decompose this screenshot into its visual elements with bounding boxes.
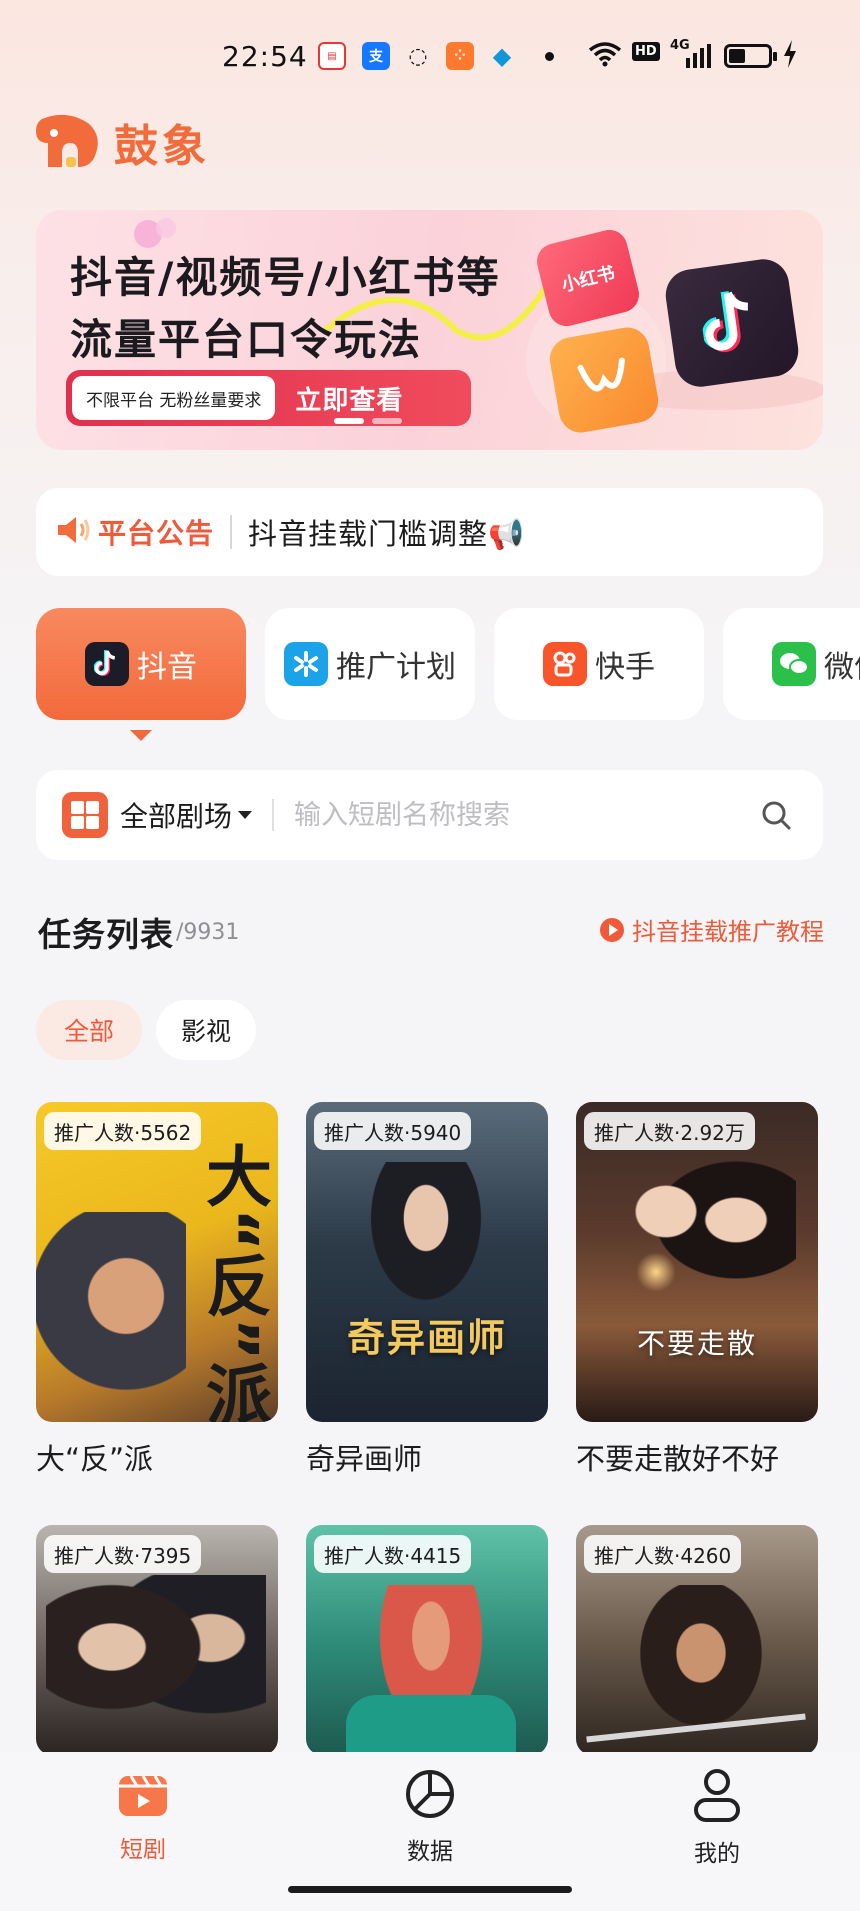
nav-short-drama[interactable]: 短剧 — [73, 1768, 213, 1864]
nav-short-drama-label: 短剧 — [120, 1837, 166, 1863]
banner-cta[interactable]: 不限平台 无粉丝量要求 立即查看 — [66, 370, 471, 426]
drama-card[interactable]: 推广人数·7395 — [36, 1525, 278, 1755]
promo-plan-icon — [284, 642, 328, 686]
wifi-icon — [588, 40, 622, 73]
search-icon[interactable] — [761, 800, 791, 834]
drama-title: 不要走散好不好 — [576, 1442, 780, 1476]
filter-all[interactable]: 全部 — [36, 1000, 142, 1060]
banner-headline: 抖音/视频号/小红书等 — [70, 253, 501, 302]
data-chart-icon — [404, 1770, 456, 1824]
drama-card[interactable]: 奇异画师 推广人数·5940 奇异画师 — [306, 1102, 548, 1478]
tab-kuaishou[interactable]: 快手 — [494, 608, 704, 720]
theater-select[interactable]: 全部剧场 — [120, 795, 232, 835]
drama-poster[interactable]: 奇异画师 推广人数·5940 — [306, 1102, 548, 1422]
hd-icon: HD — [632, 42, 660, 61]
speaker-icon — [56, 515, 90, 549]
notification-dot — [545, 52, 554, 61]
notice-text: 抖音挂载门槛调整📢 — [248, 517, 526, 551]
signal-icon — [686, 44, 712, 73]
alipay-icon: 支 — [362, 42, 390, 70]
search-divider — [272, 799, 275, 831]
home-indicator[interactable] — [288, 1886, 572, 1893]
nav-data-label: 数据 — [407, 1839, 453, 1865]
tab-promo-plan[interactable]: 推广计划 — [265, 608, 475, 720]
active-tab-indicator — [130, 730, 152, 741]
drama-card[interactable]: 不要走散 推广人数·2.92万 不要走散好不好 — [576, 1102, 818, 1478]
poster-title-art: 大“反”派 — [195, 1142, 272, 1422]
short-drama-icon — [117, 1775, 169, 1822]
status-time: 22:54 — [222, 40, 308, 73]
poster-title-art: 不要走散 — [636, 1327, 757, 1360]
theater-grid-icon — [62, 792, 108, 838]
red-app-icon: ▤ — [318, 42, 346, 70]
kuaishou-icon — [543, 642, 587, 686]
platform-notice[interactable]: 平台公告 抖音挂载门槛调整📢 — [36, 488, 823, 576]
notice-title: 平台公告 — [98, 517, 215, 550]
poster-title-art: 奇异画师 — [346, 1316, 507, 1360]
search-input[interactable] — [294, 799, 735, 831]
kuaishou-icon: ⁘ — [446, 42, 474, 70]
poster-figure — [356, 1162, 496, 1322]
tab-wechat-label: 微信 — [824, 650, 860, 685]
platform-tabs: 抖音 推广计划 快手 微信 — [36, 608, 860, 720]
drama-title: 大“反”派 — [36, 1442, 154, 1476]
poster-figure — [36, 1212, 186, 1422]
drama-card[interactable]: 推广人数·4260 — [576, 1525, 818, 1755]
qq-icon: ◆ — [492, 42, 512, 70]
banner-tag: 不限平台 无粉丝量要求 — [72, 376, 276, 420]
banner-pagination — [334, 418, 402, 424]
promoter-count-badge: 推广人数·2.92万 — [584, 1112, 755, 1150]
charging-icon — [782, 40, 798, 73]
promoter-count-badge: 推广人数·5562 — [44, 1112, 202, 1150]
poster-figure — [46, 1575, 266, 1755]
douyin-icon — [85, 642, 129, 686]
filter-film[interactable]: 影视 — [156, 1000, 256, 1060]
elephant-logo-icon — [32, 113, 102, 171]
poster-scooter — [346, 1695, 516, 1755]
drama-poster[interactable]: 推广人数·4415 — [306, 1525, 548, 1755]
nav-data[interactable]: 数据 — [360, 1768, 500, 1866]
tab-promo-plan-label: 推广计划 — [336, 650, 456, 685]
wechat-icon — [772, 642, 816, 686]
xiaohongshu-label: 小红书 — [559, 262, 618, 297]
poster-sparkler — [636, 1252, 676, 1292]
drama-poster[interactable]: 推广人数·7395 — [36, 1525, 278, 1755]
drama-card[interactable]: 大“反”派 推广人数·5562 大“反”派 — [36, 1102, 278, 1478]
drama-poster[interactable]: 不要走散 推广人数·2.92万 — [576, 1102, 818, 1422]
channels-icon — [546, 324, 662, 436]
drama-title: 奇异画师 — [306, 1442, 423, 1476]
tutorial-label: 抖音挂载推广教程 — [632, 918, 824, 946]
brand-name: 鼓象 — [114, 121, 210, 172]
douyin-banner-icon — [662, 255, 802, 391]
promoter-count-badge: 推广人数·4415 — [314, 1535, 472, 1573]
tutorial-link[interactable]: 抖音挂载推广教程 — [600, 912, 824, 947]
play-icon — [600, 917, 624, 942]
app-logo: 鼓象 — [32, 110, 210, 174]
message-icon: ◌ — [408, 43, 428, 69]
nav-profile[interactable]: 我的 — [647, 1768, 787, 1868]
drama-card[interactable]: 推广人数·4415 — [306, 1525, 548, 1755]
battery-icon — [724, 44, 777, 68]
promoter-count-badge: 推广人数·7395 — [44, 1535, 202, 1573]
promoter-count-badge: 推广人数·5940 — [314, 1112, 472, 1150]
search-bar: 全部剧场 — [36, 770, 823, 860]
notice-divider — [230, 515, 233, 549]
profile-icon — [693, 1769, 741, 1826]
task-list-count: /9931 — [176, 920, 240, 945]
nav-profile-label: 我的 — [694, 1841, 740, 1867]
promoter-count-badge: 推广人数·4260 — [584, 1535, 742, 1573]
poster-figure — [596, 1152, 796, 1322]
tab-douyin-label: 抖音 — [137, 650, 197, 685]
drama-poster[interactable]: 推广人数·4260 — [576, 1525, 818, 1755]
tab-wechat[interactable]: 微信 — [723, 608, 860, 720]
status-bar: 22:54 ▤ 支 ◌ ⁘ ◆ HD 4G — [0, 36, 860, 76]
banner-cta-label: 立即查看 — [295, 385, 404, 416]
task-list-title: 任务列表 — [38, 915, 174, 954]
chevron-down-icon[interactable] — [238, 811, 253, 819]
drama-poster[interactable]: 大“反”派 推广人数·5562 — [36, 1102, 278, 1422]
banner-subheadline: 流量平台口令玩法 — [70, 315, 423, 364]
promo-banner[interactable]: 抖音/视频号/小红书等 流量平台口令玩法 不限平台 无粉丝量要求 立即查看 小红… — [36, 210, 823, 450]
tab-kuaishou-label: 快手 — [595, 650, 655, 685]
tab-douyin[interactable]: 抖音 — [36, 608, 246, 720]
